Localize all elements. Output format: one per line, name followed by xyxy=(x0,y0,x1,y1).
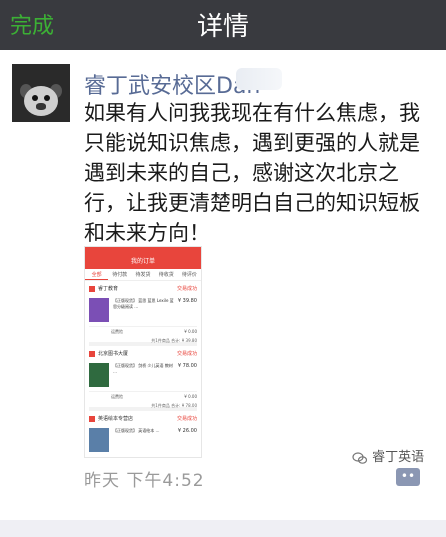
page-title: 详情 xyxy=(196,12,249,42)
shot-order-item: 【正版现货】 英语绘本 … ¥ 26.00 xyxy=(89,426,197,454)
shot-shop-status: 交易成功 xyxy=(176,286,197,292)
shop-icon xyxy=(89,351,95,357)
shot-shop-name: 睿丁教育 xyxy=(98,286,119,292)
dog-nose-icon xyxy=(36,103,46,110)
shot-fee-label: 运费险 xyxy=(111,329,123,334)
watermark-text: 睿丁英语 xyxy=(372,450,425,465)
watermark: 睿丁英语 xyxy=(352,446,424,466)
shot-fee-line: 运费险 ¥ 0.00 xyxy=(89,391,197,401)
wechat-logo-icon xyxy=(352,451,368,464)
shot-item-price: ¥ 78.00 xyxy=(177,363,197,369)
shop-icon xyxy=(89,286,95,292)
dog-face-icon xyxy=(24,86,58,116)
shot-item-desc: 【正版现货】 剑桥 少儿英语 教材 … xyxy=(113,363,173,374)
shot-item-desc: 【正版现货】 英语绘本 … xyxy=(113,428,160,433)
shot-tab: 待收货 xyxy=(158,272,174,278)
author-name[interactable]: 睿丁武安校区Dan xyxy=(84,68,260,100)
shot-shop-name: 北京图书大厦 xyxy=(98,351,129,357)
shot-shop-name: 英语绘本专营店 xyxy=(98,416,134,422)
book-cover-icon xyxy=(89,428,109,452)
shot-summary: 共1件商品 合计: ¥ 78.00 xyxy=(89,401,197,411)
shot-fee-value: ¥ 0.00 xyxy=(184,394,197,399)
shot-order-item: 【正版现货】 蓝思 蓝思 Lexile 蓝思分级阅读 … ¥ 39.80 xyxy=(89,296,197,324)
dog-eye-right-icon xyxy=(44,95,50,101)
book-cover-icon xyxy=(89,363,109,387)
shot-status-bar xyxy=(85,247,201,255)
book-cover-icon xyxy=(89,298,109,322)
shot-summary: 共1件商品 合计: ¥ 39.80 xyxy=(89,336,197,346)
name-redaction xyxy=(236,68,282,90)
post-time: 昨天 下午4:52 xyxy=(84,471,205,491)
shot-item-desc: 【正版现货】 蓝思 蓝思 Lexile 蓝思分级阅读 … xyxy=(113,298,174,309)
shot-order-item: 【正版现货】 剑桥 少儿英语 教材 … ¥ 78.00 xyxy=(89,361,197,389)
shop-icon xyxy=(89,416,95,422)
dog-eye-left-icon xyxy=(32,95,38,101)
shot-shop-status: 交易成功 xyxy=(176,416,197,422)
shot-item-price: ¥ 39.80 xyxy=(177,298,197,304)
shot-tab: 待付款 xyxy=(112,272,128,278)
shot-fee-line: 运费险 ¥ 0.00 xyxy=(89,326,197,336)
shot-tab: 待评价 xyxy=(181,272,197,278)
shot-shop-header: 英语绘本专营店 交易成功 xyxy=(89,414,197,424)
shot-shop-header: 睿丁教育 交易成功 xyxy=(89,284,197,294)
post-content: 如果有人问我我现在有什么焦虑，我只能说知识焦虑，遇到更强的人就是遇到未来的自己，… xyxy=(84,101,420,245)
shot-tab: 全部 xyxy=(85,269,109,280)
avatar[interactable] xyxy=(12,64,70,122)
comment-dots-icon: •• xyxy=(400,469,416,483)
shot-shop-header: 北京图书大厦 交易成功 xyxy=(89,349,197,359)
comment-button[interactable]: •• xyxy=(396,468,420,486)
shot-item-price: ¥ 26.00 xyxy=(177,428,197,434)
shot-fee-label: 运费险 xyxy=(111,394,123,399)
shot-fee-value: ¥ 0.00 xyxy=(184,329,197,334)
nav-bar: 完成 详情 xyxy=(0,0,446,50)
shot-shop-status: 交易成功 xyxy=(176,351,197,357)
shot-tab: 待发货 xyxy=(135,272,151,278)
attached-image[interactable]: 我的订单 全部 待付款 待发货 待收货 待评价 睿丁教育 交易成功 【正版现货】… xyxy=(84,246,202,458)
shot-tabs: 全部 待付款 待发货 待收货 待评价 xyxy=(85,269,201,281)
shot-title: 我的订单 xyxy=(85,255,201,269)
